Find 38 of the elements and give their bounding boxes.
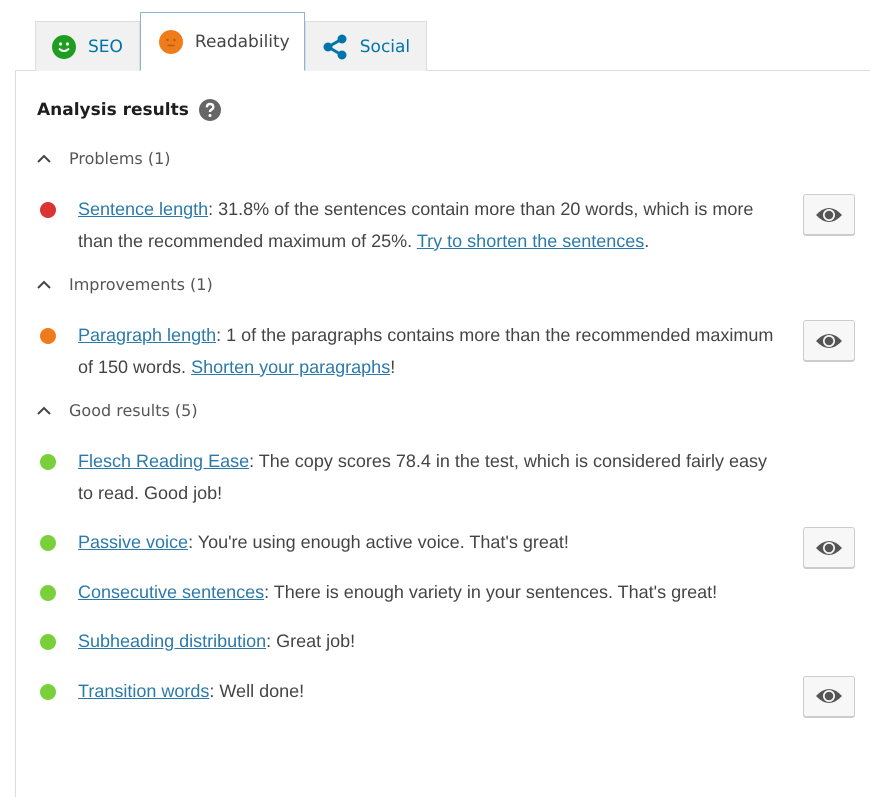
- result-link[interactable]: Paragraph length: [78, 325, 216, 345]
- result-link[interactable]: Subheading distribution: [78, 631, 266, 651]
- result-link[interactable]: Try to shorten the sentences: [416, 230, 644, 250]
- neutral-face-icon: [158, 30, 183, 54]
- caret-icon: [37, 154, 51, 163]
- result-text: Passive voice: You're using enough active voice. That's great!: [78, 531, 570, 554]
- collapsible-header[interactable]: Problems (1): [37, 149, 170, 168]
- caret-icon: [37, 280, 51, 289]
- result-link[interactable]: Sentence length: [78, 199, 208, 219]
- highlight-button[interactable]: [803, 194, 855, 235]
- collapsible-header[interactable]: Improvements (1): [37, 275, 213, 294]
- eye-icon: [815, 332, 843, 350]
- result-text: Paragraph length: 1 of the paragraphs contains more than the recommended maximum of 150 words. Shorten your paragraphs!: [78, 324, 774, 379]
- tab[interactable]: Readability: [140, 12, 305, 71]
- result-text: Subheading distribution: Great job!: [78, 630, 356, 653]
- caret-icon: [37, 406, 51, 415]
- result-link[interactable]: Consecutive sentences: [78, 582, 264, 602]
- result-link[interactable]: Passive voice: [78, 532, 188, 552]
- help-icon[interactable]: [198, 99, 221, 121]
- highlight-button[interactable]: [803, 527, 855, 568]
- result-text: Transition words: Well done!: [78, 680, 306, 702]
- tab[interactable]: SEO: [35, 21, 140, 71]
- result-link[interactable]: Transition words: [78, 680, 210, 700]
- result-link[interactable]: Shorten your paragraphs: [191, 356, 390, 376]
- share-icon: [322, 34, 348, 60]
- highlight-button[interactable]: [803, 320, 855, 361]
- result-link[interactable]: Flesch Reading Ease: [78, 451, 250, 471]
- section-heading: Analysis results: [37, 100, 189, 120]
- eye-icon: [815, 687, 843, 705]
- collapsible-header[interactable]: Good results (5): [37, 401, 198, 420]
- smiley-icon: [52, 34, 76, 58]
- eye-icon: [815, 538, 843, 556]
- result-text: Consecutive sentences: There is enough variety in your sentences. That's great!: [78, 580, 718, 604]
- tab[interactable]: Social: [304, 21, 428, 71]
- highlight-button[interactable]: [803, 676, 855, 716]
- eye-icon: [815, 206, 843, 224]
- result-text: Sentence length: 31.8% of the sentences contain more than 20 words, which is more than the recommended maximum of 25%. Try to shorten the sentences.: [78, 198, 754, 253]
- result-text: Flesch Reading Ease: The copy scores 78.4 in the test, which is considered fairly easy to read. Good job!: [78, 450, 768, 505]
